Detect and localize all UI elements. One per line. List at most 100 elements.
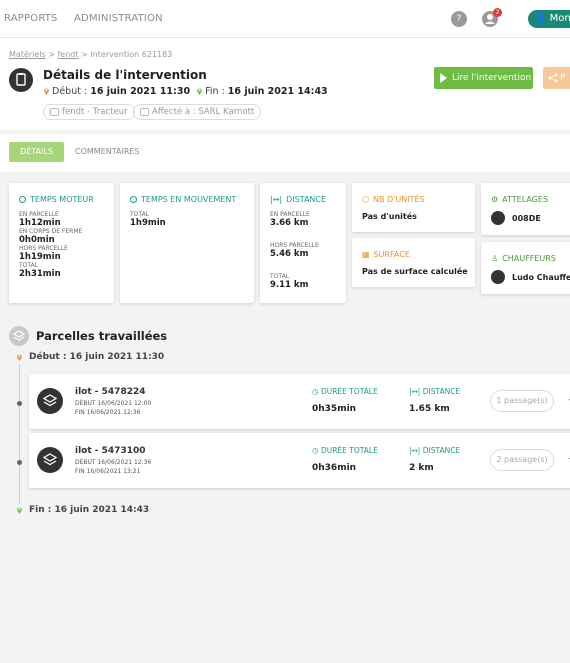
- equipment-chip[interactable]: fendt - Tracteur: [43, 104, 135, 120]
- distance-icon: |↔|: [409, 446, 423, 455]
- breadcrumb-fendt[interactable]: fendt: [57, 50, 78, 59]
- stat-label: TOTAL: [270, 273, 290, 280]
- card-temps-moteur: TEMPS MOTEUR EN PARCELLE 1h12min EN CORP…: [9, 183, 114, 303]
- help-icon[interactable]: ?: [451, 11, 467, 27]
- duree-label: ◷ DURÉE TOTALE: [312, 387, 378, 396]
- card-title-text: SURFACE: [373, 250, 410, 259]
- timeline-start: Début : 16 juin 2021 11:30: [29, 352, 165, 362]
- card-temps-mouvement: TEMPS EN MOUVEMENT TOTAL 1h9min: [120, 183, 254, 303]
- driver-icon: ♙: [491, 254, 499, 263]
- end-pin-icon: [17, 507, 22, 514]
- card-title-text: NB D'UNITÉS: [372, 195, 425, 204]
- chauffeurs-value[interactable]: Ludo Chauffeur: [512, 273, 570, 282]
- passages-button[interactable]: 2 passage(s): [490, 449, 554, 471]
- end-label: Fin :: [205, 86, 225, 97]
- notification-badge: 2: [493, 8, 502, 17]
- start-label: Début :: [52, 86, 88, 97]
- start-value: 16 juin 2021 11:30: [90, 86, 191, 97]
- distance-value: 1.65 km: [409, 404, 450, 414]
- start-pin-icon: [17, 354, 22, 361]
- card-title-surface: ▦ SURFACE: [362, 250, 410, 259]
- stat-value: 1h12min: [19, 218, 61, 228]
- layers-icon: [37, 447, 63, 473]
- card-title-distance: |↔| DISTANCE: [270, 195, 326, 204]
- distance-label: |↔| DISTANCE: [409, 446, 460, 455]
- parcelle-debut: DÉBUT 16/06/2021 12:00: [75, 400, 152, 407]
- intervention-dates: Début : 16 juin 2021 11:30 Fin : 16 juin…: [43, 86, 328, 97]
- duree-label-text: DURÉE TOTALE: [320, 387, 378, 396]
- card-title-text: TEMPS EN MOUVEMENT: [141, 195, 237, 204]
- intervention-header: Matériels > fendt > Intervention 621183 …: [0, 38, 570, 130]
- card-title-temps-moteur: TEMPS MOTEUR: [19, 195, 94, 204]
- end-value: 16 juin 2021 14:43: [227, 86, 328, 97]
- stat-value: 5.46 km: [270, 249, 309, 259]
- start-pin-icon: [44, 88, 49, 95]
- table-row[interactable]: ilot - 5478224 DÉBUT 16/06/2021 12:00 FI…: [29, 374, 570, 429]
- distance-label-text: DISTANCE: [422, 387, 461, 396]
- distance-label: |↔| DISTANCE: [409, 387, 460, 396]
- stat-label: TOTAL: [19, 262, 39, 269]
- passages-button[interactable]: 1 passage(s): [490, 390, 554, 412]
- card-nb-unites: ⬡ NB D'UNITÉS Pas d'unités: [352, 183, 475, 232]
- play-icon: [440, 73, 447, 83]
- nb-unites-value: Pas d'unités: [362, 212, 417, 221]
- tab-details[interactable]: DÉTAILS: [9, 142, 64, 162]
- nav-rapports[interactable]: RAPPORTS: [4, 13, 58, 24]
- card-title-attelages: ⚙ ATTELAGES: [491, 195, 548, 204]
- user-name: Mon c: [549, 13, 570, 24]
- stat-value: 9.11 km: [270, 280, 309, 290]
- surface-value: Pas de surface calculée: [362, 267, 468, 276]
- card-surface: ▦ SURFACE Pas de surface calculée: [352, 238, 475, 287]
- timeline-dot: [17, 460, 22, 465]
- stat-value: 0h0min: [19, 235, 55, 245]
- parcelle-name: ilot - 5478224: [75, 387, 146, 397]
- share-button[interactable]: P: [543, 67, 570, 89]
- card-attelages: ⚙ ATTELAGES 008DE: [481, 183, 570, 235]
- read-intervention-label: Lire l'intervention: [452, 73, 532, 83]
- user-icon: 👤: [534, 13, 547, 24]
- stat-value: 1h19min: [19, 252, 61, 262]
- end-pin-icon: [197, 88, 203, 95]
- breadcrumb-current: Intervention 621183: [90, 50, 173, 59]
- clock-icon: [130, 196, 137, 203]
- duree-value: 0h35min: [312, 404, 357, 414]
- read-intervention-button[interactable]: Lire l'intervention: [434, 67, 533, 89]
- table-row[interactable]: ilot - 5473100 DÉBUT 16/06/2021 12:36 FI…: [29, 433, 570, 488]
- clock-icon: ◷: [312, 446, 321, 455]
- surface-icon: ▦: [362, 250, 370, 259]
- top-nav: RAPPORTS ADMINISTRATION ? 2 👤 Mon c: [0, 0, 570, 38]
- parcelles-title: Parcelles travaillées: [36, 329, 168, 343]
- card-chauffeurs: ♙CHAUFFEURS Ludo Chauffeur: [481, 242, 570, 294]
- tab-commentaires[interactable]: COMMENTAIRES: [75, 142, 140, 162]
- card-title-nb-unites: ⬡ NB D'UNITÉS: [362, 195, 425, 204]
- tabs-bar: DÉTAILS COMMENTAIRES: [0, 134, 570, 172]
- stat-label: EN PARCELLE: [270, 211, 310, 218]
- duree-value: 0h36min: [312, 463, 357, 473]
- page-title: Détails de l'intervention: [43, 68, 207, 82]
- attelages-value[interactable]: 008DE: [512, 214, 541, 223]
- distance-icon: |↔|: [409, 387, 423, 396]
- assigned-label: Affecté à : SARL Karnott: [152, 107, 255, 117]
- layers-icon: [9, 326, 29, 346]
- nav-administration[interactable]: ADMINISTRATION: [74, 13, 163, 24]
- card-title-chauffeurs: ♙ CHAUFFEURS: [491, 254, 556, 263]
- breadcrumb-materiels[interactable]: Matériels: [9, 50, 46, 59]
- card-title-text: CHAUFFEURS: [502, 254, 556, 263]
- clock-icon: [19, 196, 26, 203]
- share-icon: [548, 73, 558, 83]
- timeline-line: [19, 364, 20, 504]
- equipment-label: fendt - Tracteur: [62, 107, 128, 117]
- duree-label-text: DURÉE TOTALE: [320, 446, 378, 455]
- parcelle-name: ilot - 5473100: [75, 446, 146, 456]
- parcelle-debut: DÉBUT 16/06/2021 12:36: [75, 459, 152, 466]
- driver-avatar: [491, 270, 505, 284]
- timeline-dot: [17, 401, 22, 406]
- card-title-text: ATTELAGES: [502, 195, 549, 204]
- user-menu[interactable]: 👤 Mon c: [528, 10, 570, 28]
- distance-icon: |↔|: [270, 195, 283, 204]
- parcelle-fin: FIN 16/06/2021 12:36: [75, 409, 141, 416]
- stat-label: HORS PARCELLE: [19, 245, 68, 252]
- clock-icon: ◷: [312, 387, 321, 396]
- stat-value: 2h31min: [19, 269, 61, 279]
- distance-label-text: DISTANCE: [422, 446, 461, 455]
